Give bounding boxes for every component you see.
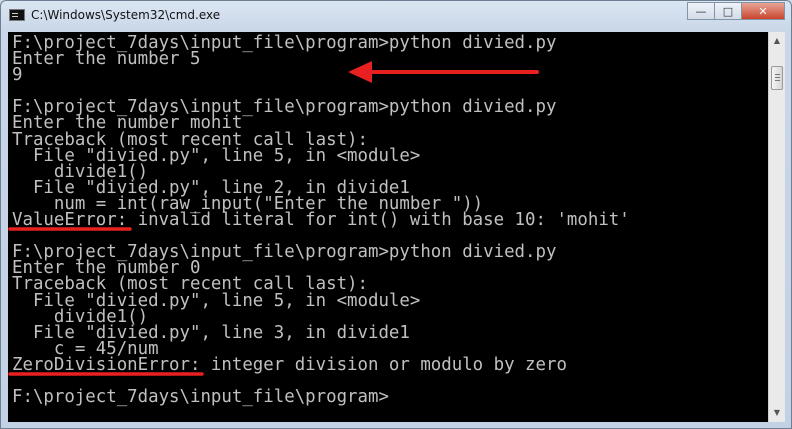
annotation-overlay (8, 61, 539, 376)
red-arrow-icon (348, 61, 539, 83)
